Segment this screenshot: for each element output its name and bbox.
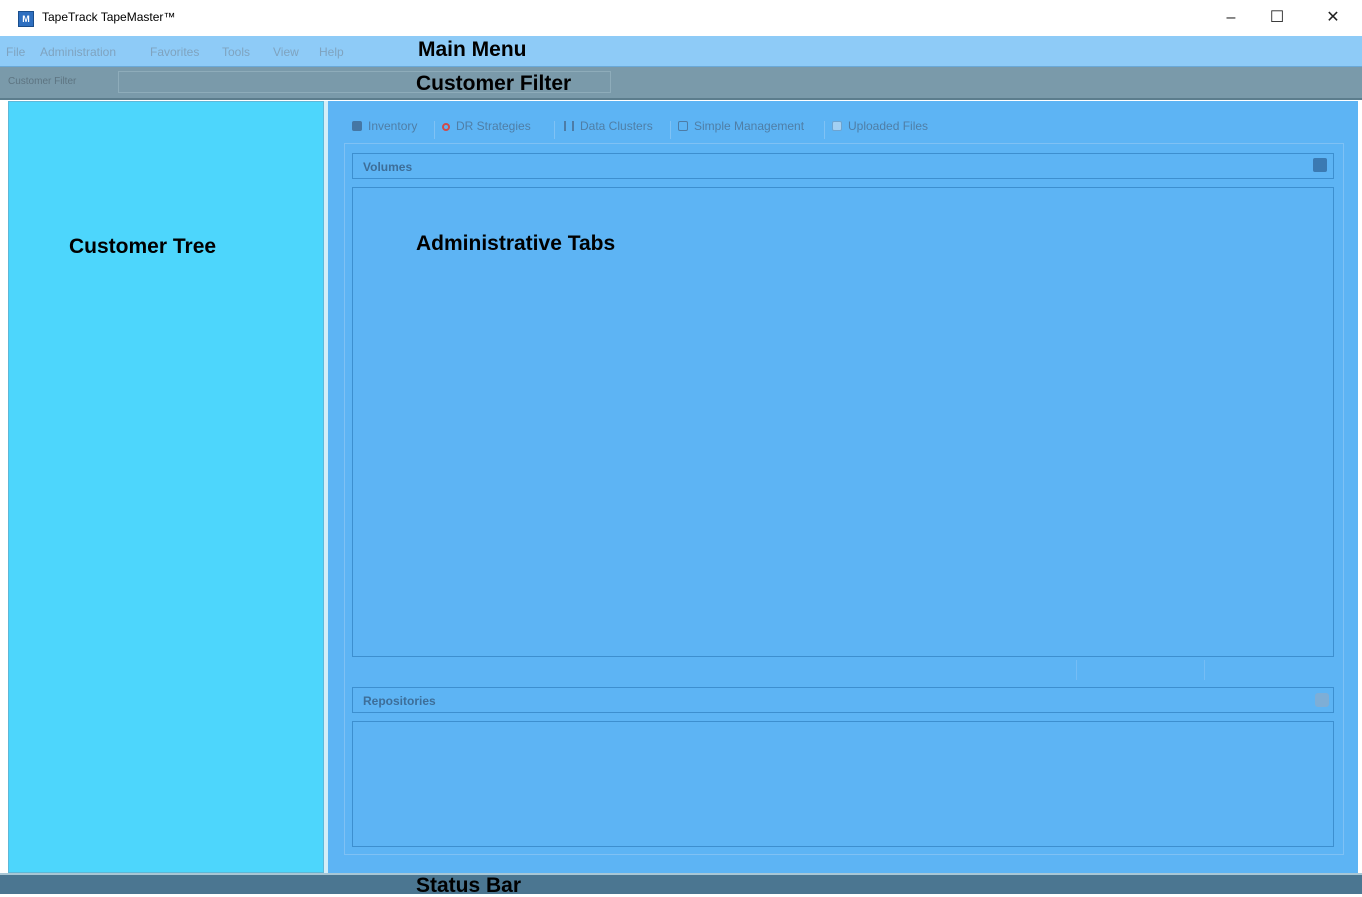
customer-filter-bar: Customer Filter Customer Filter [0,67,1362,100]
administrative-tabs-area: Inventory DR Strategies Data Clusters Si… [328,101,1358,873]
tab-simple-management[interactable]: Simple Management [678,119,804,143]
tab-uploaded-files[interactable]: Uploaded Files [832,119,928,143]
footer-separator [1076,660,1077,680]
tab-label: DR Strategies [456,119,531,133]
tab-label: Uploaded Files [848,119,929,133]
footer-separator [1204,660,1205,680]
tab-label: Inventory [368,119,418,133]
tab-separator [554,121,555,139]
window-title: TapeTrack TapeMaster™ [42,10,176,24]
tab-label: Simple Management [694,119,805,133]
annotation-customer-filter: Customer Filter [416,72,572,95]
tab-label: Data Clusters [580,119,653,133]
tab-separator [824,121,825,139]
file-icon [832,121,842,131]
customer-tree[interactable]: Customer Tree [8,101,324,873]
status-bar: Status Bar [0,873,1362,897]
menu-view[interactable]: View [273,45,299,59]
customer-filter-label: Customer Filter [8,76,77,87]
volumes-title: Volumes [363,160,413,174]
tab-inventory[interactable]: Inventory [352,119,417,143]
management-icon [678,121,688,131]
repositories-title: Repositories [363,694,436,708]
volumes-grid[interactable] [352,187,1334,657]
database-icon[interactable] [1313,158,1327,172]
menu-tools[interactable]: Tools [222,45,250,59]
main-menu: File Administration Favorites Tools View… [0,36,1362,67]
annotation-customer-tree: Customer Tree [69,235,217,258]
repositories-header: Repositories [352,687,1334,713]
menu-favorites[interactable]: Favorites [150,45,199,59]
volumes-footer [352,657,1334,683]
repositories-grid[interactable] [352,721,1334,847]
maximize-button[interactable]: ☐ [1254,0,1300,36]
close-button[interactable]: ✕ [1310,0,1356,36]
menu-file[interactable]: File [6,45,25,59]
lifebuoy-icon [442,123,450,131]
cluster-icon [564,121,574,131]
annotation-administrative-tabs: Administrative Tabs [416,232,616,255]
tab-separator [670,121,671,139]
menu-administration[interactable]: Administration [40,45,116,59]
repository-icon[interactable] [1315,693,1329,707]
volumes-header: Volumes [352,153,1334,179]
tab-data-clusters[interactable]: Data Clusters [564,119,653,143]
database-icon [352,121,362,131]
app-icon: M [18,11,34,27]
tab-separator [434,121,435,139]
tab-dr-strategies[interactable]: DR Strategies [442,119,531,143]
title-bar: M TapeTrack TapeMaster™ – ☐ ✕ [0,0,1362,36]
menu-help[interactable]: Help [319,45,344,59]
annotation-main-menu: Main Menu [418,38,527,61]
minimize-button[interactable]: – [1208,0,1254,36]
